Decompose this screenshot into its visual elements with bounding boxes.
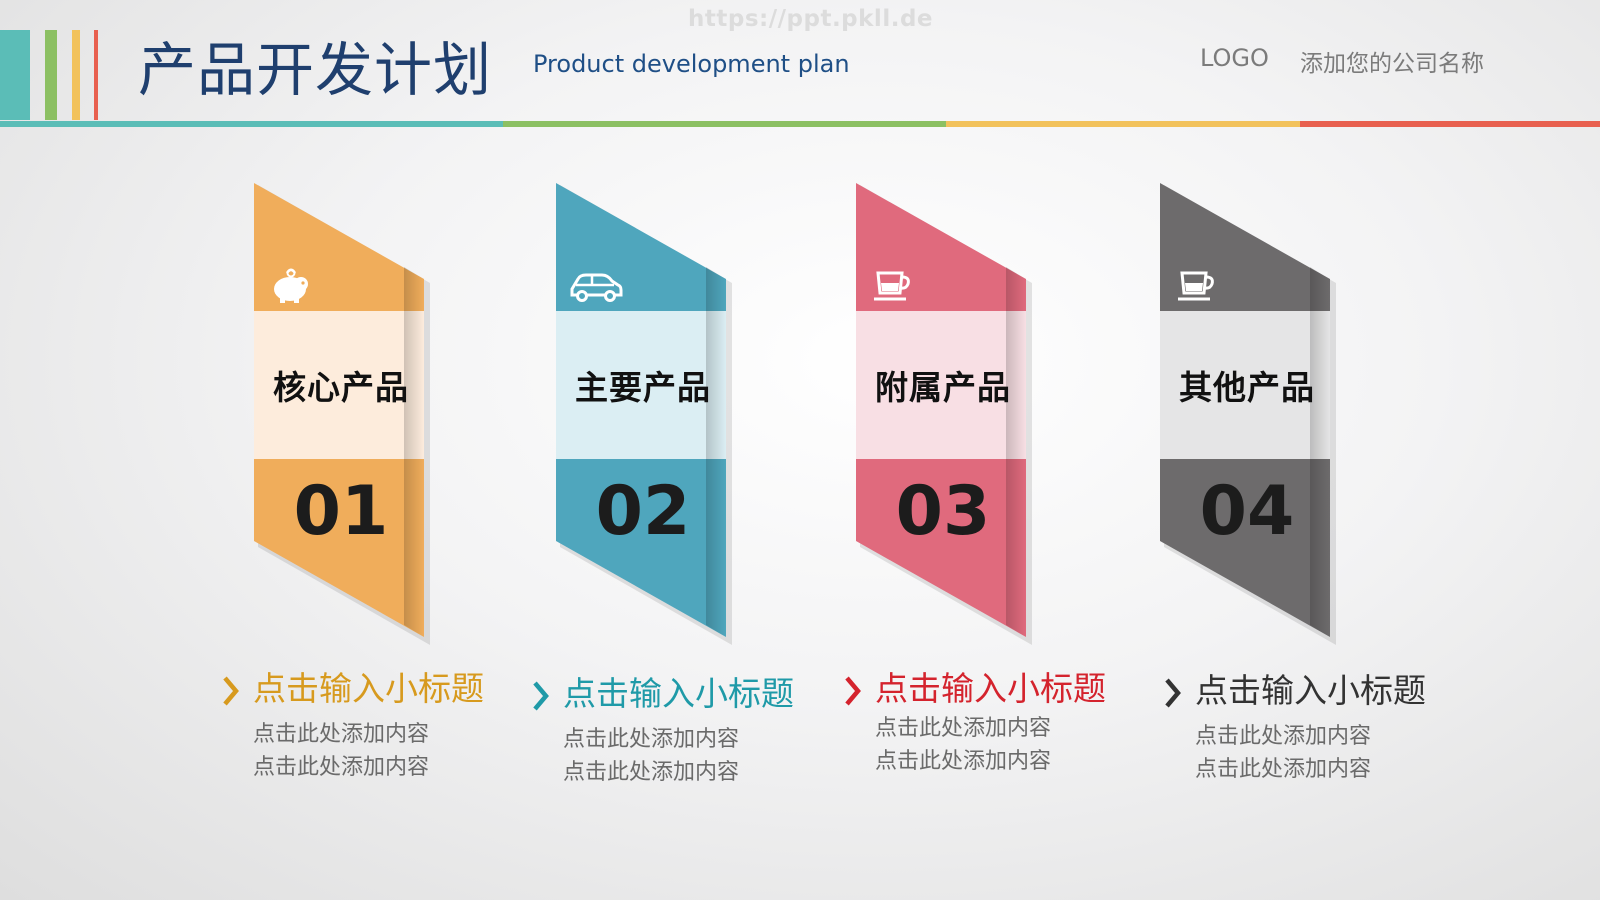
company-name: 添加您的公司名称: [1300, 51, 1484, 77]
content-line: 点击此处添加内容: [253, 755, 430, 780]
content-line: 点击此处添加内容: [563, 760, 740, 785]
content-line: 点击此处添加内容: [875, 749, 1052, 774]
stripe-teal: [0, 30, 30, 120]
product-card-2[interactable]: 主要产品 02: [556, 183, 732, 645]
product-card-3[interactable]: 附属产品 03: [856, 183, 1032, 645]
subtitle-text[interactable]: 点击输入小标题: [253, 666, 484, 712]
chevron-right-icon: [845, 676, 861, 706]
chevron-right-icon: [533, 681, 549, 711]
content-placeholder[interactable]: 点击此处添加内容 点击此处添加内容: [563, 723, 739, 789]
subtitle-text[interactable]: 点击输入小标题: [875, 666, 1106, 712]
content-line: 点击此处添加内容: [253, 722, 430, 747]
content-line: 点击此处添加内容: [563, 727, 740, 752]
divider-segment-yellow: [946, 121, 1300, 127]
card-number: 01: [293, 471, 389, 551]
card-number: 02: [595, 471, 691, 551]
card-label: 核心产品: [273, 368, 409, 407]
piggy-bank-icon: [270, 265, 314, 305]
coffee-cup-icon: [1176, 265, 1220, 305]
card-label: 主要产品: [575, 368, 711, 407]
subtitle-text[interactable]: 点击输入小标题: [1195, 668, 1426, 714]
logo-placeholder: LOGO: [1200, 44, 1269, 72]
content-line: 点击此处添加内容: [1195, 724, 1372, 749]
subtitle-text[interactable]: 点击输入小标题: [563, 671, 794, 717]
chevron-right-icon: [1165, 678, 1181, 708]
content-placeholder[interactable]: 点击此处添加内容 点击此处添加内容: [1195, 720, 1371, 786]
header-divider: [0, 121, 1600, 127]
car-icon: [568, 265, 623, 305]
coffee-cup-icon: [872, 265, 916, 305]
card-number: 04: [1199, 471, 1295, 551]
card-label: 其他产品: [1179, 368, 1315, 407]
content-placeholder[interactable]: 点击此处添加内容 点击此处添加内容: [875, 712, 1051, 778]
header-color-stripes: [0, 30, 104, 122]
watermark-url: https://ppt.pkll.de: [688, 6, 934, 32]
content-line: 点击此处添加内容: [1195, 757, 1372, 782]
divider-segment-red: [1300, 121, 1600, 127]
product-card-1[interactable]: 核心产品 01: [254, 183, 430, 645]
divider-segment-green: [503, 121, 946, 127]
card-label: 附属产品: [875, 368, 1011, 407]
content-line: 点击此处添加内容: [875, 716, 1052, 741]
page-title: 产品开发计划: [138, 36, 493, 104]
content-placeholder[interactable]: 点击此处添加内容 点击此处添加内容: [253, 718, 429, 784]
card-number: 03: [895, 471, 991, 551]
page-subtitle: Product development plan: [533, 50, 850, 78]
stripe-red: [94, 30, 98, 120]
stripe-green: [45, 30, 57, 120]
product-card-4[interactable]: 其他产品 04: [1160, 183, 1336, 645]
stripe-yellow: [72, 30, 80, 120]
divider-segment-teal: [0, 121, 503, 127]
chevron-right-icon: [223, 676, 239, 706]
